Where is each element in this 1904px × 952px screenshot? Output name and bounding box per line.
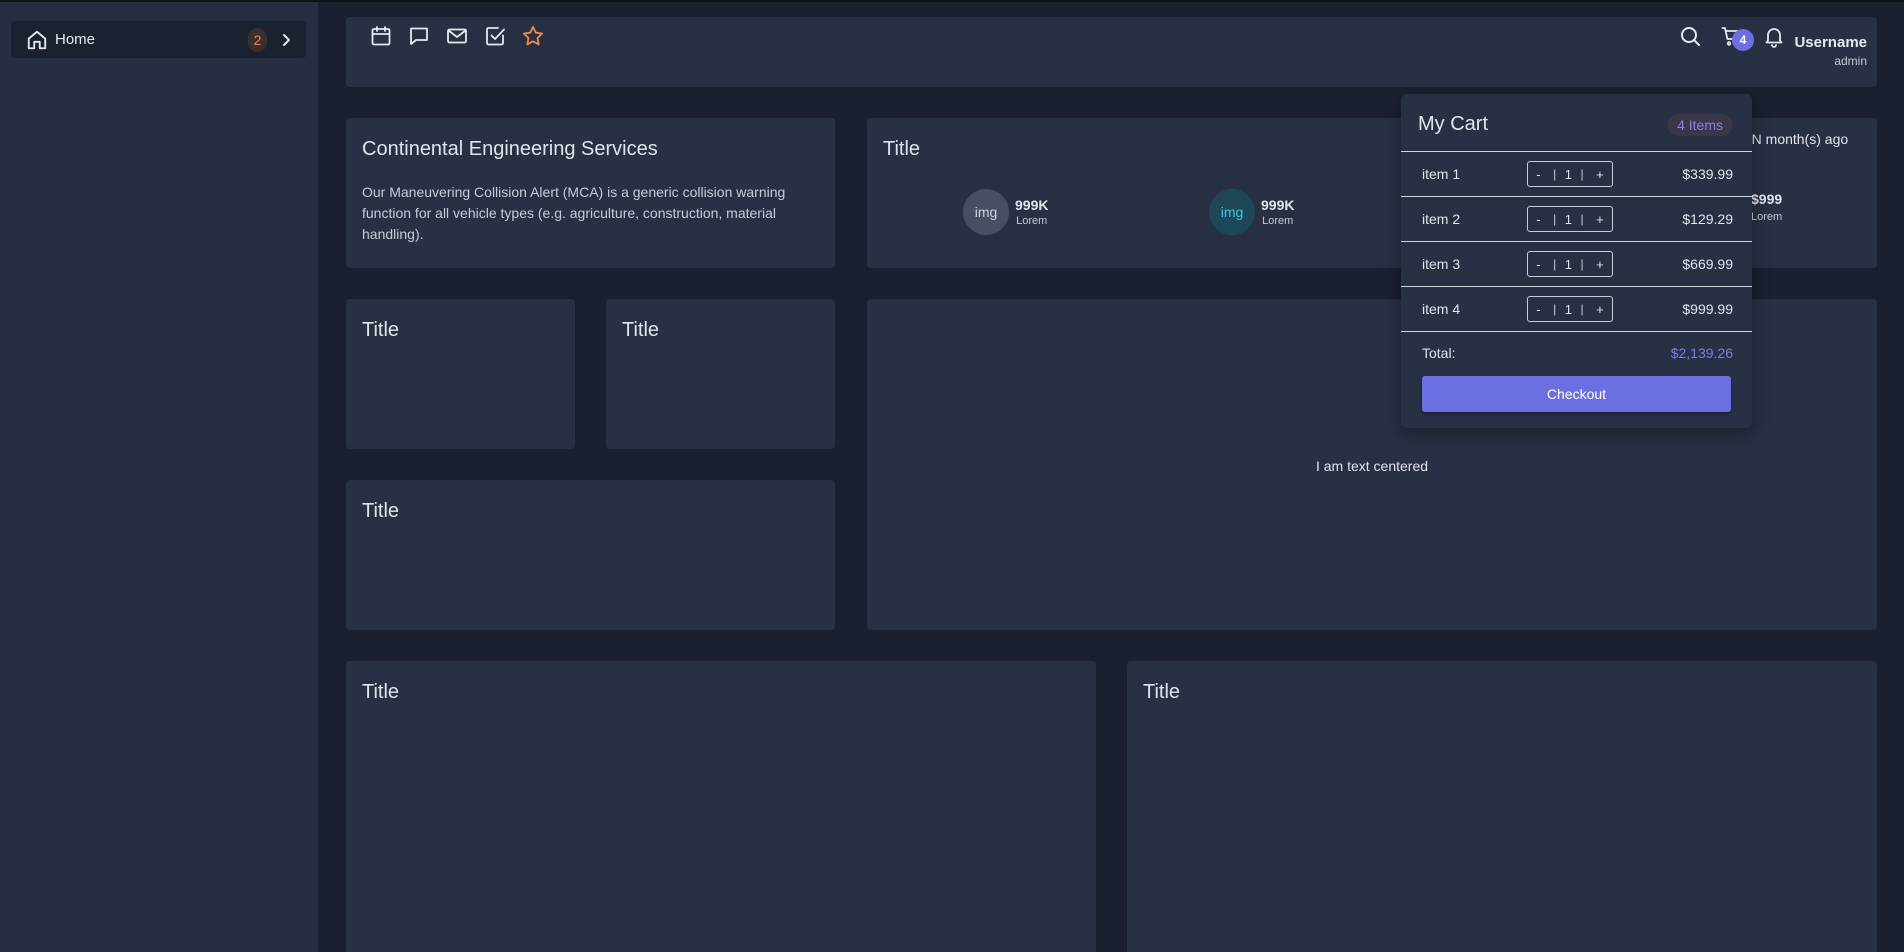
- quantity-value[interactable]: 1: [1565, 302, 1572, 317]
- quantity-stepper: - | 1 | +: [1527, 206, 1613, 232]
- stat-label: Lorem: [1751, 211, 1783, 223]
- divider: |: [1553, 212, 1557, 226]
- chat-icon[interactable]: [407, 24, 431, 48]
- search-icon[interactable]: [1678, 24, 1702, 48]
- bell-icon[interactable]: [1762, 24, 1786, 48]
- divider: |: [1580, 257, 1584, 271]
- cart-item-name: item 1: [1422, 166, 1461, 182]
- quantity-stepper: - | 1 | +: [1527, 296, 1613, 322]
- decrement-button[interactable]: -: [1532, 302, 1544, 317]
- divider: |: [1580, 302, 1584, 316]
- cart-count-badge: 4: [1732, 29, 1754, 51]
- card-title: Title: [1143, 681, 1181, 703]
- stat-image: img: [963, 189, 1009, 235]
- quantity-value[interactable]: 1: [1565, 167, 1572, 182]
- quantity-value[interactable]: 1: [1565, 212, 1572, 227]
- user-role: admin: [1834, 54, 1867, 68]
- cart-item-row: item 2 - | 1 | + $129.29: [1401, 197, 1752, 242]
- cart-dropdown: My Cart 4 Items item 1 - | 1 | + $339.99…: [1401, 94, 1752, 428]
- cart-item-row: item 4 - | 1 | + $999.99: [1401, 287, 1752, 332]
- medium-card: Title: [346, 480, 835, 630]
- cart-item-name: item 3: [1422, 256, 1461, 272]
- stat-item: img 999K Lorem: [1209, 189, 1294, 235]
- home-icon: [26, 29, 48, 51]
- card-title: Title: [362, 681, 400, 703]
- small-card: Title: [346, 299, 575, 449]
- divider: |: [1580, 167, 1584, 181]
- quantity-value[interactable]: 1: [1565, 257, 1572, 272]
- decrement-button[interactable]: -: [1532, 257, 1544, 272]
- cart-item-row: item 3 - | 1 | + $669.99: [1401, 242, 1752, 287]
- calendar-icon[interactable]: [369, 24, 393, 48]
- stat-image: img: [1209, 189, 1255, 235]
- company-description: Our Maneuvering Collision Alert (MCA) is…: [362, 184, 786, 242]
- user-profile[interactable]: Username admin: [1794, 33, 1867, 70]
- sidebar-item-label: Home: [55, 31, 96, 48]
- cart-item-name: item 2: [1422, 211, 1461, 227]
- card-title: Title: [362, 500, 400, 522]
- cart-items-badge: 4 Items: [1667, 114, 1733, 136]
- chevron-right-icon[interactable]: [278, 32, 294, 48]
- stats-card-title: Title: [883, 138, 921, 160]
- cart-title: My Cart: [1418, 113, 1488, 135]
- bottom-card: Title: [346, 661, 1096, 952]
- card-title: Title: [362, 319, 400, 341]
- bottom-card: Title: [1127, 661, 1877, 952]
- stat-value: 999K: [1015, 197, 1049, 213]
- quantity-stepper: - | 1 | +: [1527, 251, 1613, 277]
- increment-button[interactable]: +: [1592, 302, 1608, 317]
- stat-label: Lorem: [1016, 215, 1048, 227]
- sidebar: Home 2: [0, 2, 318, 952]
- increment-button[interactable]: +: [1592, 257, 1608, 272]
- cart-item-price: $129.29: [1682, 211, 1733, 227]
- increment-button[interactable]: +: [1592, 212, 1608, 227]
- top-header: [346, 17, 1877, 87]
- decrement-button[interactable]: -: [1532, 167, 1544, 182]
- cart-item-price: $999.99: [1682, 301, 1733, 317]
- stat-label: Lorem: [1262, 215, 1294, 227]
- checkbox-icon[interactable]: [483, 24, 507, 48]
- notification-badge: 2: [248, 27, 267, 52]
- cart-total-label: Total:: [1422, 345, 1456, 361]
- divider: |: [1553, 257, 1557, 271]
- cart-header: My Cart 4 Items: [1401, 94, 1752, 152]
- divider: |: [1553, 167, 1557, 181]
- small-card: Title: [606, 299, 835, 449]
- cart-total-value: $2,139.26: [1670, 345, 1733, 361]
- divider: |: [1580, 212, 1584, 226]
- time-ago-text: e N month(s) ago: [1740, 131, 1849, 147]
- stat-value: 999K: [1261, 197, 1295, 213]
- checkout-button[interactable]: Checkout: [1422, 376, 1731, 412]
- stat-value: $999: [1751, 191, 1783, 207]
- username: Username: [1794, 34, 1867, 51]
- star-icon[interactable]: [521, 24, 545, 48]
- company-card: Continental Engineering Services Our Man…: [346, 118, 835, 268]
- stat-item: img 999K Lorem: [963, 189, 1048, 235]
- quantity-stepper: - | 1 | +: [1527, 161, 1613, 187]
- cart-item-price: $339.99: [1682, 166, 1733, 182]
- mail-icon[interactable]: [445, 24, 469, 48]
- card-title: Title: [622, 319, 660, 341]
- company-title: Continental Engineering Services: [362, 138, 658, 160]
- cart-item-price: $669.99: [1682, 256, 1733, 272]
- increment-button[interactable]: +: [1592, 167, 1608, 182]
- cart-item-row: item 1 - | 1 | + $339.99: [1401, 152, 1752, 197]
- decrement-button[interactable]: -: [1532, 212, 1544, 227]
- cart-item-name: item 4: [1422, 301, 1461, 317]
- divider: |: [1553, 302, 1557, 316]
- sidebar-item-home[interactable]: Home 2: [11, 21, 306, 58]
- centered-text: I am text centered: [1315, 458, 1429, 474]
